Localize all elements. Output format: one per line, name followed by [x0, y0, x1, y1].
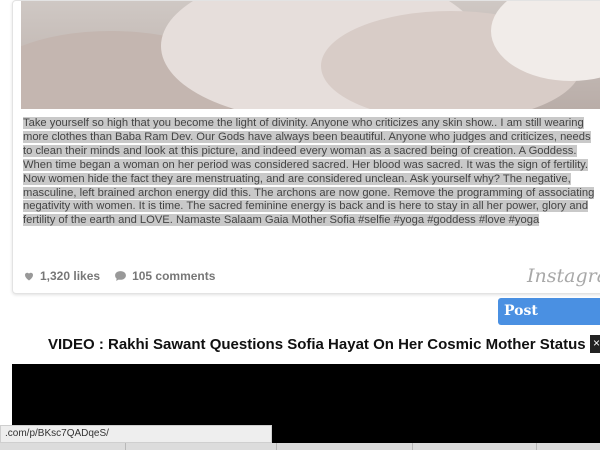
comment-icon[interactable]: [114, 270, 127, 282]
caption-text: Take yourself so high that you become th…: [23, 117, 595, 227]
video-title: VIDEO : Rakhi Sawant Questions Sofia Hay…: [48, 336, 586, 353]
post-caption: Take yourself so high that you become th…: [23, 117, 597, 228]
status-bar-url: .com/p/BKsc7QADqeS/: [0, 425, 272, 443]
instagram-embed-card: Take yourself so high that you become th…: [12, 0, 600, 294]
bottom-strip: [0, 443, 600, 450]
likes-count[interactable]: 1,320 likes: [40, 269, 100, 283]
comments-count[interactable]: 105 comments: [132, 269, 215, 283]
post-stats: 1,320 likes 105 comments: [23, 269, 215, 283]
post-comment-button[interactable]: Post Comment: [498, 298, 600, 346]
close-icon[interactable]: ×: [590, 335, 600, 353]
post-photo[interactable]: [21, 1, 600, 109]
heart-icon[interactable]: [23, 270, 35, 282]
instagram-logo[interactable]: Instagram: [527, 265, 600, 287]
